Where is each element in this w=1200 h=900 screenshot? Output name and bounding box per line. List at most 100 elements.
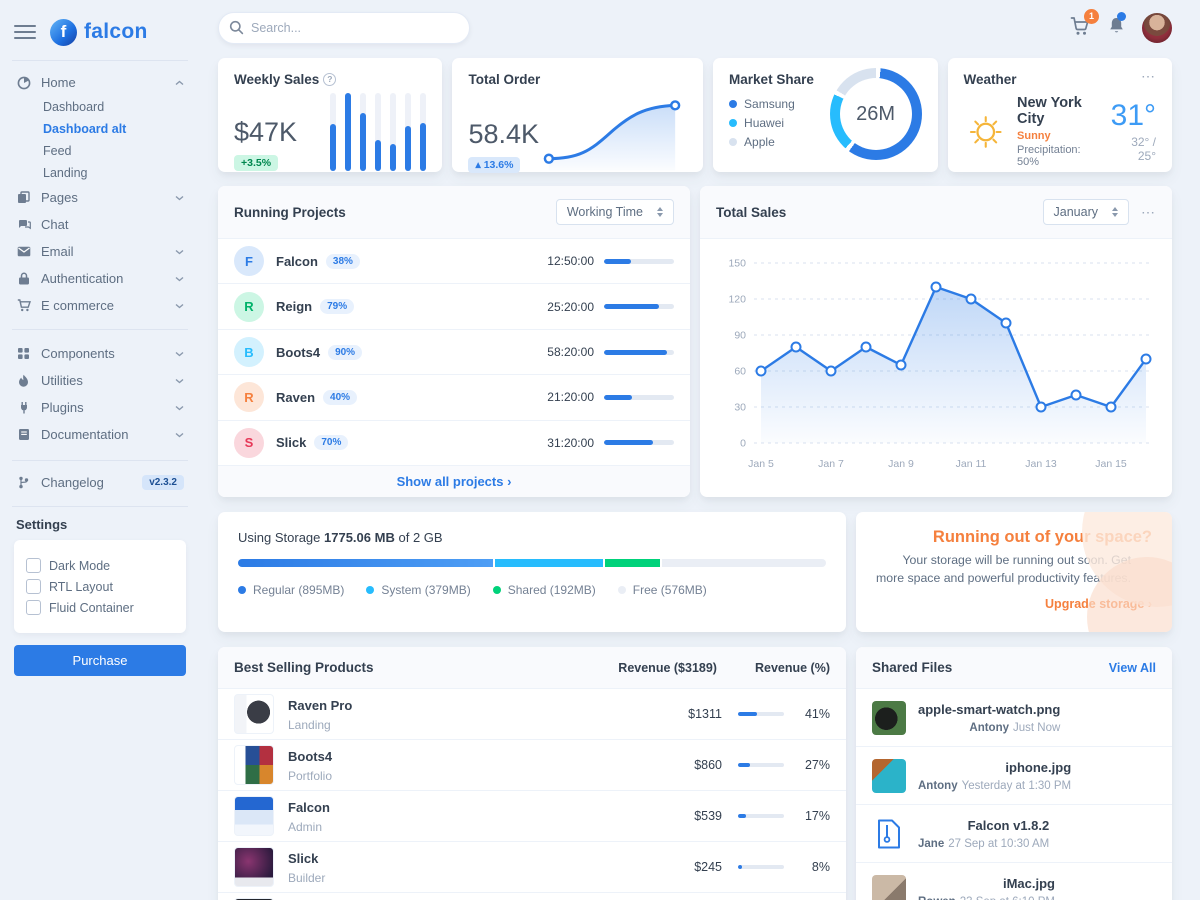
project-name-link[interactable]: Falcon xyxy=(276,254,318,269)
sidebar-item-authentication[interactable]: Authentication xyxy=(14,265,186,292)
project-avatar: R xyxy=(234,382,264,412)
market-share-card: Market Share Samsung Huawei Apple 26M xyxy=(713,58,937,172)
sidebar-item-utilities[interactable]: Utilities xyxy=(14,367,186,394)
chevron-down-icon xyxy=(174,405,184,411)
system-dot xyxy=(366,586,374,594)
total-order-title: Total Order xyxy=(468,72,687,87)
file-time: 23 Sep at 6:10 PM xyxy=(960,896,1055,900)
sidebar-item-plugins[interactable]: Plugins xyxy=(14,394,186,421)
rtl-layout-checkbox[interactable] xyxy=(26,579,41,594)
weather-condition: Sunny xyxy=(1017,130,1101,142)
project-name-link[interactable]: Raven xyxy=(276,390,315,405)
product-progress-bar xyxy=(738,763,784,767)
svg-text:60: 60 xyxy=(734,366,746,378)
weather-temperature: 31° xyxy=(1111,101,1156,131)
total-order-badge: ▴ 13.6% xyxy=(468,157,520,173)
info-icon[interactable]: ? xyxy=(323,73,336,86)
sidebar-item-dashboard[interactable]: Dashboard xyxy=(41,96,186,118)
sidebar-item-dashboard-alt[interactable]: Dashboard alt xyxy=(41,118,186,140)
purchase-button[interactable]: Purchase xyxy=(14,645,186,676)
search-input[interactable] xyxy=(218,12,470,44)
select-arrows-icon xyxy=(657,207,663,217)
project-time: 58:20:00 xyxy=(547,345,594,359)
product-name-link[interactable]: Slick xyxy=(288,851,318,866)
weather-title: Weather xyxy=(964,72,1017,87)
svg-text:Jan 7: Jan 7 xyxy=(818,458,844,470)
sidebar-item-documentation[interactable]: Documentation xyxy=(14,421,186,448)
cart-button[interactable]: 1 xyxy=(1070,16,1091,41)
file-name-link[interactable]: Falcon v1.8.2 xyxy=(968,818,1050,833)
project-progress-badge: 70% xyxy=(314,435,348,450)
sidebar-item-landing[interactable]: Landing xyxy=(41,162,186,184)
weekly-sales-card: Weekly Sales? $47K +3.5% xyxy=(218,58,442,172)
chevron-up-icon xyxy=(174,80,184,86)
weather-menu-icon[interactable]: ⋯ xyxy=(1141,72,1156,87)
project-name-link[interactable]: Reign xyxy=(276,299,312,314)
product-price: $1311 xyxy=(676,707,722,721)
svg-text:Jan 15: Jan 15 xyxy=(1095,458,1127,470)
project-name-link[interactable]: Boots4 xyxy=(276,345,320,360)
total-order-line-chart xyxy=(539,93,687,173)
product-percent: 27% xyxy=(800,758,830,772)
product-name-link[interactable]: Falcon xyxy=(288,800,330,815)
dark-mode-toggle[interactable]: Dark Mode xyxy=(26,558,174,573)
lock-icon xyxy=(16,272,31,285)
storage-card: Using Storage 1775.06 MB of 2 GB Regular… xyxy=(218,512,846,632)
product-name-link[interactable]: Raven Pro xyxy=(288,698,352,713)
file-name-link[interactable]: iMac.jpg xyxy=(1003,876,1055,891)
sidebar-item-feed[interactable]: Feed xyxy=(41,140,186,162)
storage-legend: Regular (895MB) System (379MB) Shared (1… xyxy=(238,583,826,597)
file-time: Just Now xyxy=(1013,722,1060,734)
product-category: Landing xyxy=(288,718,352,732)
sidebar-item-ecommerce[interactable]: E commerce xyxy=(14,292,186,319)
working-time-select[interactable]: Working Time xyxy=(556,199,674,225)
product-row: Slick Builder $245 8% xyxy=(218,842,846,893)
sidebar-item-components[interactable]: Components xyxy=(14,340,186,367)
chevron-down-icon xyxy=(174,195,184,201)
sidebar-item-email[interactable]: Email xyxy=(14,238,186,265)
falcon-logo[interactable]: f falcon xyxy=(50,19,148,46)
sidebar-item-home[interactable]: Home xyxy=(14,69,186,96)
file-row: Falcon v1.8.2 Jane27 Sep at 10:30 AM xyxy=(856,805,1172,863)
notification-dot xyxy=(1117,12,1126,21)
rtl-layout-toggle[interactable]: RTL Layout xyxy=(26,579,174,594)
chevron-down-icon xyxy=(174,378,184,384)
file-name-link[interactable]: apple-smart-watch.png xyxy=(918,702,1060,717)
total-sales-menu-icon[interactable]: ⋯ xyxy=(1141,208,1156,216)
fluid-container-toggle[interactable]: Fluid Container xyxy=(26,600,174,615)
product-thumbnail xyxy=(234,847,274,887)
dark-mode-checkbox[interactable] xyxy=(26,558,41,573)
weekly-sales-value: $47K xyxy=(234,117,297,148)
sidebar: f falcon Home Dashboard Dashboard alt Fe… xyxy=(0,0,200,900)
project-progress-badge: 90% xyxy=(328,345,362,360)
show-all-projects-link[interactable]: Show all projects › xyxy=(218,466,690,497)
product-percent: 41% xyxy=(800,707,830,721)
sun-icon xyxy=(964,106,1007,158)
project-progress-bar xyxy=(604,440,674,445)
user-avatar[interactable] xyxy=(1142,13,1172,43)
chevron-down-icon xyxy=(174,303,184,309)
svg-text:90: 90 xyxy=(734,330,746,342)
file-thumbnail xyxy=(872,759,906,793)
project-avatar: R xyxy=(234,292,264,322)
shared-dot xyxy=(493,586,501,594)
product-name-link[interactable]: Boots4 xyxy=(288,749,332,764)
product-price: $539 xyxy=(676,809,722,823)
view-all-link[interactable]: View All xyxy=(1109,661,1156,675)
chevron-down-icon xyxy=(174,432,184,438)
project-name-link[interactable]: Slick xyxy=(276,435,306,450)
file-author: Antony xyxy=(918,780,958,792)
month-select[interactable]: January xyxy=(1043,199,1129,225)
notifications-button[interactable] xyxy=(1107,16,1126,41)
sidebar-item-pages[interactable]: Pages xyxy=(14,184,186,211)
main-content: 1 Weekly Sales? $47K +3.5% xyxy=(200,0,1200,900)
hamburger-menu-icon[interactable] xyxy=(14,21,36,43)
sidebar-item-chat[interactable]: Chat xyxy=(14,211,186,238)
project-progress-badge: 40% xyxy=(323,390,357,405)
svg-text:Jan 5: Jan 5 xyxy=(748,458,774,470)
running-projects-title: Running Projects xyxy=(234,205,346,220)
sidebar-item-changelog[interactable]: Changelog v2.3.2 xyxy=(14,469,186,496)
file-name-link[interactable]: iphone.jpg xyxy=(1005,760,1071,775)
fluid-container-checkbox[interactable] xyxy=(26,600,41,615)
weather-range: 32° / 25° xyxy=(1111,135,1156,163)
